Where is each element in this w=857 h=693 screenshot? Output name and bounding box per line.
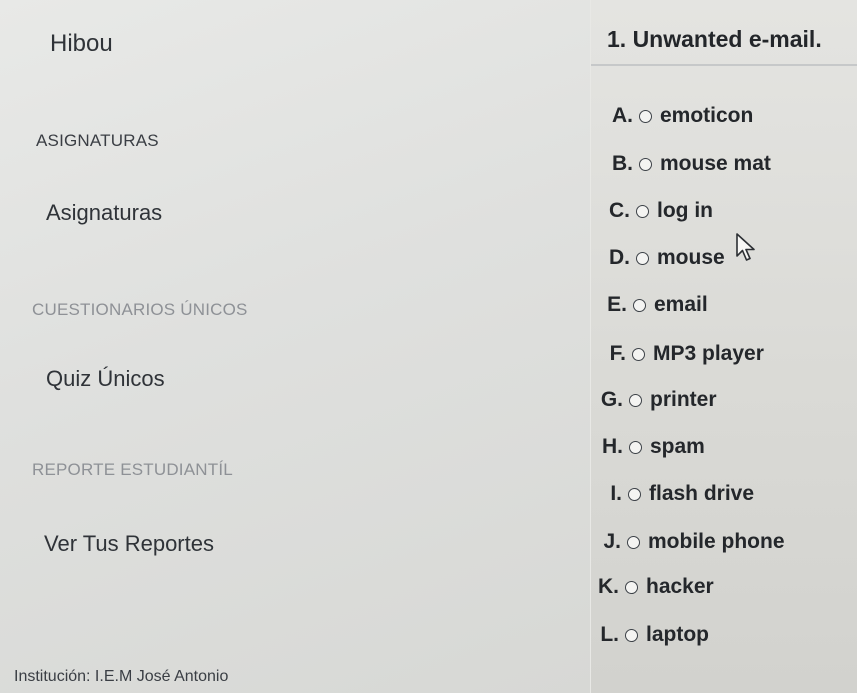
choice-l[interactable]: L. laptop <box>595 623 709 647</box>
choice-c[interactable]: C. log in <box>606 199 713 223</box>
choice-text: hacker <box>646 575 714 598</box>
choice-h[interactable]: H. spam <box>599 435 705 459</box>
choice-letter: L. <box>600 623 619 646</box>
radio-circle-icon[interactable] <box>639 157 652 171</box>
section-heading-asignaturas: ASIGNATURAS <box>36 131 159 150</box>
choice-letter: I. <box>610 482 622 505</box>
sidebar-link-quiz-unicos[interactable]: Quiz Únicos <box>46 366 165 392</box>
choice-a[interactable]: A. emoticon <box>609 104 753 128</box>
radio-circle-icon[interactable] <box>627 535 640 549</box>
choice-text: mobile phone <box>648 530 785 553</box>
choice-g[interactable]: G. printer <box>599 388 717 412</box>
choice-letter: D. <box>609 246 630 269</box>
brand-name[interactable]: Hibou <box>50 30 113 58</box>
sidebar-link-asignaturas[interactable]: Asignaturas <box>46 200 162 226</box>
choice-text: printer <box>650 388 717 411</box>
institution-footer: Institución: I.E.M José Antonio <box>14 668 229 685</box>
choice-f[interactable]: F. MP3 player <box>602 342 764 366</box>
radio-circle-icon[interactable] <box>629 393 642 407</box>
choice-text: email <box>654 293 708 316</box>
section-heading-cuestionarios: CUESTIONARIOS ÚNICOS <box>32 300 248 319</box>
choice-text: emoticon <box>660 104 754 127</box>
radio-circle-icon[interactable] <box>628 487 641 501</box>
choice-text: log in <box>657 199 713 222</box>
radio-circle-icon[interactable] <box>636 204 649 218</box>
choice-text: laptop <box>646 623 709 646</box>
sidebar-link-reportes[interactable]: Ver Tus Reportes <box>44 531 214 557</box>
mouse-pointer-icon <box>736 233 755 261</box>
question-panel: 1. Unwanted e-mail. A. emoticon B. mouse… <box>590 0 857 693</box>
question-divider <box>591 64 857 66</box>
choice-letter: E. <box>607 293 627 316</box>
choice-text: spam <box>650 435 705 458</box>
radio-circle-icon[interactable] <box>632 347 645 361</box>
choice-k[interactable]: K. hacker <box>595 575 714 599</box>
radio-circle-icon[interactable] <box>625 580 638 594</box>
choice-i[interactable]: I. flash drive <box>598 482 754 506</box>
section-heading-reporte: REPORTE ESTUDIANTÍL <box>32 460 233 479</box>
radio-circle-icon[interactable] <box>633 298 646 312</box>
question-title: 1. Unwanted e-mail. <box>607 26 822 52</box>
choice-letter: K. <box>598 575 619 598</box>
radio-circle-icon[interactable] <box>636 251 649 265</box>
radio-circle-icon[interactable] <box>629 440 642 454</box>
choice-letter: J. <box>603 530 621 553</box>
choice-d[interactable]: D. mouse <box>606 246 725 270</box>
choice-j[interactable]: J. mobile phone <box>597 530 785 554</box>
radio-circle-icon[interactable] <box>639 109 652 123</box>
sidebar: Hibou ASIGNATURAS Asignaturas CUESTIONAR… <box>0 0 590 693</box>
choice-text: mouse mat <box>660 152 771 175</box>
choice-letter: A. <box>612 104 633 127</box>
radio-circle-icon[interactable] <box>625 628 638 642</box>
choice-e[interactable]: E. email <box>603 293 708 317</box>
choice-text: flash drive <box>649 482 755 505</box>
choice-text: mouse <box>657 246 725 269</box>
choice-letter: H. <box>602 435 623 458</box>
choice-b[interactable]: B. mouse mat <box>609 152 771 176</box>
choice-letter: C. <box>609 199 630 222</box>
choice-letter: F. <box>609 342 626 365</box>
choice-letter: B. <box>612 152 633 175</box>
choice-text: MP3 player <box>653 342 764 365</box>
choice-letter: G. <box>600 388 623 411</box>
